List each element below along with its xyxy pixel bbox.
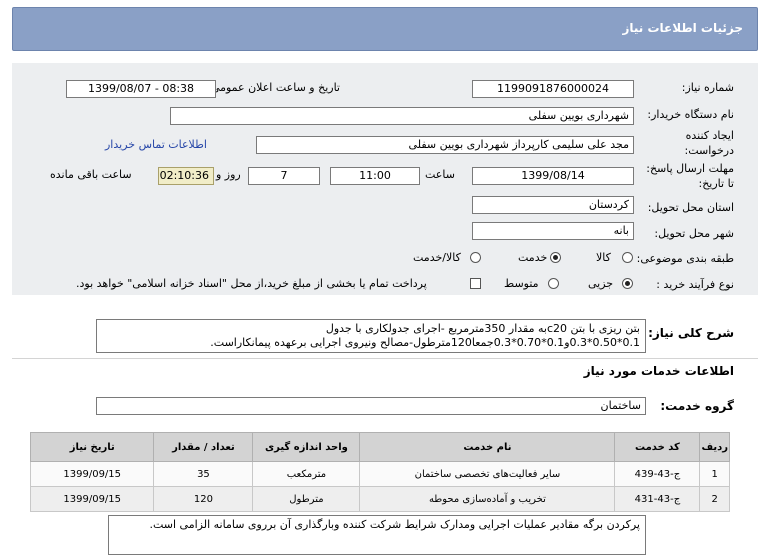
category-radio-service[interactable]	[550, 252, 561, 263]
purchase-radio-minor[interactable]	[622, 278, 633, 289]
table-row: 2 ج-43-431 تخریب و آماده‌سازی محوطه مترط…	[29, 486, 730, 512]
service-quantity: 120	[153, 486, 254, 512]
remaining-label: ساعت باقی مانده	[50, 168, 132, 181]
deadline-time-label: ساعت	[425, 168, 455, 181]
service-date: 1399/09/15	[29, 486, 155, 512]
row-number: 2	[699, 486, 730, 512]
need-number-label: شماره نیاز:	[681, 81, 734, 94]
buyer-contact-link[interactable]: اطلاعات تماس خریدار	[105, 138, 207, 151]
purchase-radio-medium[interactable]	[548, 278, 559, 289]
announce-label: تاریخ و ساعت اعلان عمومی:	[207, 81, 340, 94]
service-code: ج-43-431	[614, 486, 701, 512]
buyer-field: شهرداری بویین سفلی	[170, 107, 634, 125]
row-number: 1	[699, 461, 730, 487]
table-row: 1 ج-43-439 سایر فعالیت‌های تخصصی ساختمان…	[29, 461, 730, 487]
deadline-date-field: 1399/08/14	[472, 167, 634, 185]
col-name: نام خدمت	[359, 432, 616, 462]
description-label: شرح کلی نیاز:	[648, 326, 734, 340]
creator-label-line2: درخواست:	[684, 144, 734, 157]
col-date: تاریخ نیاز	[29, 432, 155, 462]
buyer-notes-box: پرکردن برگه مقادیر عملیات اجرایی ومدارک …	[108, 515, 646, 555]
service-date: 1399/09/15	[29, 461, 155, 487]
service-unit: مترطول	[252, 486, 361, 512]
province-field: کردستان	[472, 196, 634, 214]
announce-field: 1399/08/07 - 08:38	[66, 80, 216, 98]
purchase-option-medium: متوسط	[504, 277, 539, 290]
service-quantity: 35	[153, 461, 254, 487]
services-section-title: اطلاعات خدمات مورد نیاز	[583, 364, 734, 378]
days-remaining-field: 7	[248, 167, 320, 185]
description-box: بتن ریزی با بتن c20به مقدار 350مترمربع -…	[96, 319, 646, 353]
service-code: ج-43-439	[614, 461, 701, 487]
category-option-service: خدمت	[518, 251, 548, 264]
creator-label-line1: ایجاد کننده	[685, 129, 734, 142]
days-label: روز و	[216, 168, 241, 181]
need-number-field: 1199091876000024	[472, 80, 634, 98]
creator-field: مجد علی سلیمی کارپرداز شهرداری بویین سفل…	[256, 136, 634, 154]
deadline-time-field: 11:00	[330, 167, 420, 185]
treasury-checkbox[interactable]	[470, 278, 481, 289]
category-option-goods-service: کالا/خدمت	[413, 251, 461, 264]
category-label: طبقه بندی موضوعی:	[636, 252, 734, 265]
category-radio-goods-service[interactable]	[470, 252, 481, 263]
header-bar: جزئیات اطلاعات نیاز	[12, 7, 758, 51]
col-quantity: تعداد / مقدار	[153, 432, 254, 462]
remaining-timer: 02:10:36	[158, 167, 214, 185]
service-name: تخریب و آماده‌سازی محوطه	[359, 486, 616, 512]
page-title: جزئیات اطلاعات نیاز	[622, 21, 743, 35]
purchase-type-label: نوع فرآیند خرید :	[656, 278, 734, 291]
service-group-label: گروه خدمت:	[660, 399, 734, 413]
service-name: سایر فعالیت‌های تخصصی ساختمان	[359, 461, 616, 487]
city-field: بانه	[472, 222, 634, 240]
service-unit: مترمکعب	[252, 461, 361, 487]
treasury-note: پرداخت تمام یا بخشی از مبلغ خرید،از محل …	[76, 277, 427, 290]
deadline-label-line1: مهلت ارسال پاسخ:	[646, 162, 734, 175]
category-radio-goods[interactable]	[622, 252, 633, 263]
deadline-label-line2: تا تاریخ:	[698, 177, 734, 190]
province-label: استان محل تحویل:	[647, 201, 734, 214]
city-label: شهر محل تحویل:	[654, 227, 734, 240]
purchase-option-minor: جزیی	[588, 277, 614, 290]
service-group-field: ساختمان	[96, 397, 646, 415]
col-code: کد خدمت	[614, 432, 701, 462]
services-table: ردیف کد خدمت نام خدمت واحد اندازه گیری ت…	[29, 432, 730, 512]
col-row: ردیف	[699, 432, 730, 462]
table-header-row: ردیف کد خدمت نام خدمت واحد اندازه گیری ت…	[29, 432, 730, 462]
category-option-goods: کالا	[596, 251, 611, 264]
buyer-label: نام دستگاه خریدار:	[647, 108, 734, 121]
col-unit: واحد اندازه گیری	[252, 432, 361, 462]
